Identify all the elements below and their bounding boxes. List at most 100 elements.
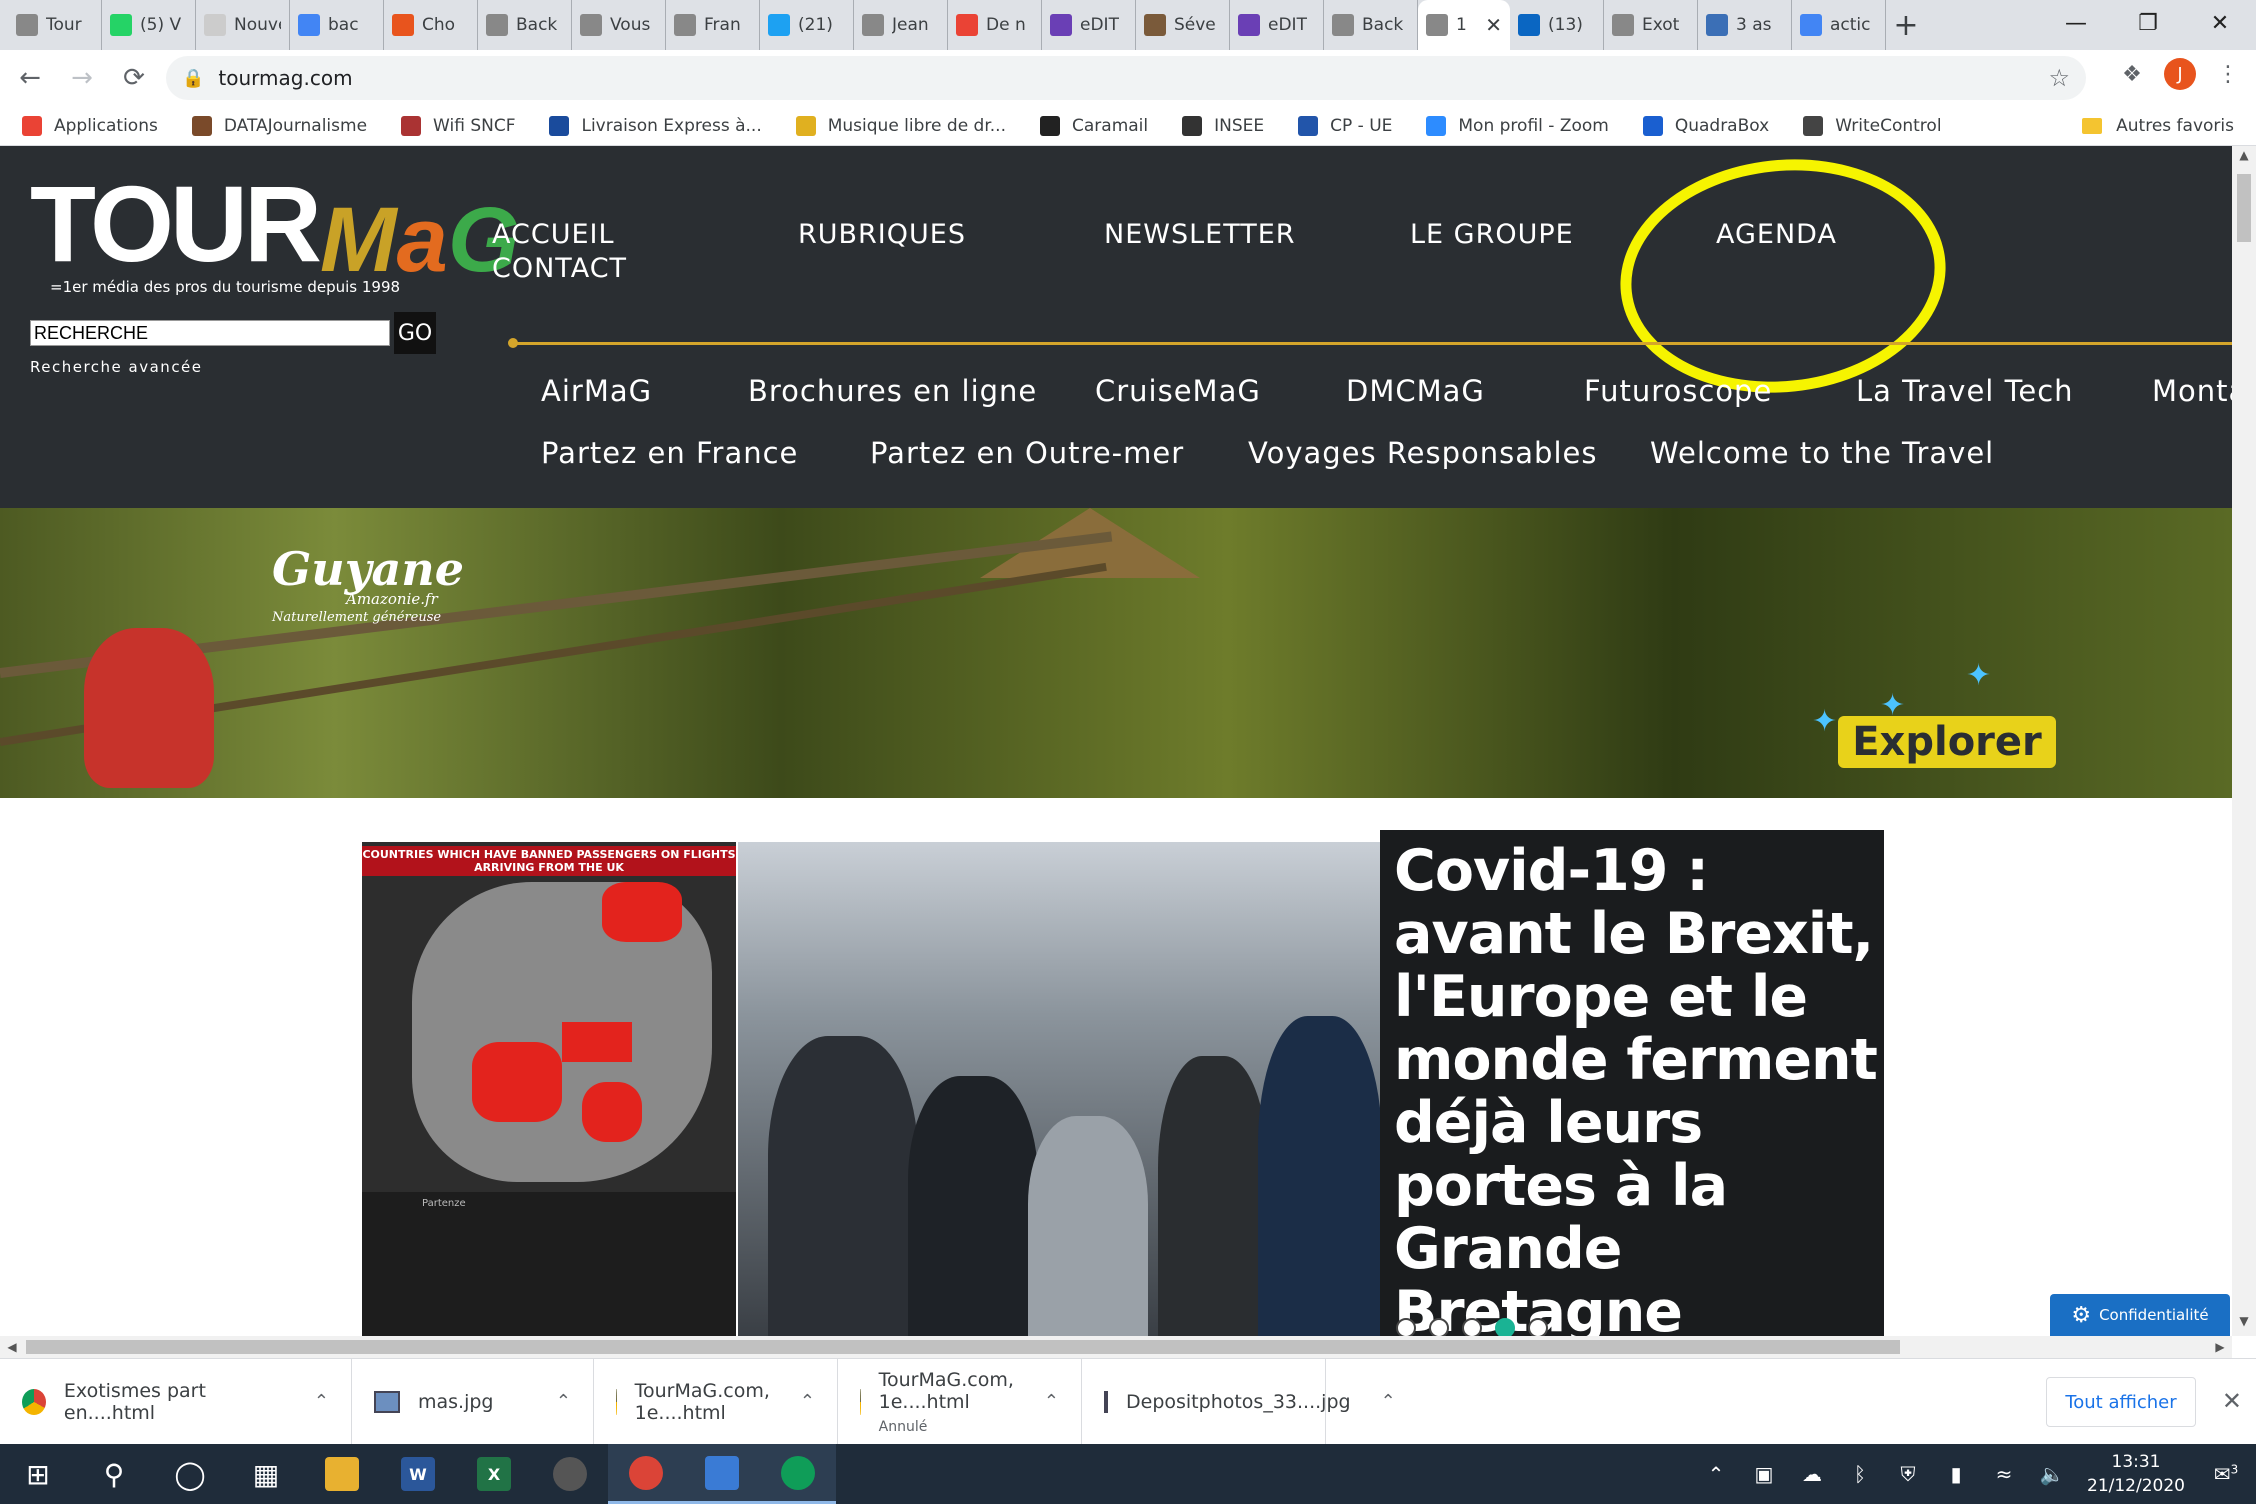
chevron-up-icon[interactable]: ⌃ bbox=[1014, 1391, 1059, 1412]
subnav-brochures[interactable]: Brochures en ligne bbox=[748, 374, 1037, 408]
excel-icon[interactable]: X bbox=[456, 1444, 532, 1504]
chevron-up-icon[interactable]: ⌃ bbox=[770, 1391, 815, 1412]
hero-image-map[interactable]: COUNTRIES WHICH HAVE BANNED PASSENGERS O… bbox=[362, 842, 736, 1336]
tray-chevron-icon[interactable]: ⌃ bbox=[1692, 1462, 1740, 1486]
download-item[interactable]: TourMaG.com, 1e....html Annulé ⌃ bbox=[838, 1358, 1082, 1445]
file-explorer-icon[interactable] bbox=[304, 1444, 380, 1504]
bookmark-item[interactable]: QuadraBox bbox=[1642, 115, 1769, 136]
subnav-futuroscope[interactable]: Futuroscope bbox=[1584, 374, 1772, 408]
nav-newsletter[interactable]: NEWSLETTER bbox=[1104, 218, 1296, 252]
reload-icon[interactable]: ⟳ bbox=[112, 56, 156, 100]
nav-le-groupe[interactable]: LE GROUPE bbox=[1410, 218, 1574, 252]
browser-tab[interactable]: Fran bbox=[666, 0, 760, 50]
address-bar[interactable]: 🔒 tourmag.com ☆ bbox=[166, 56, 2086, 100]
browser-tab[interactable]: Séve bbox=[1136, 0, 1230, 50]
browser-tab[interactable]: De n bbox=[948, 0, 1042, 50]
browser-tab[interactable]: eDIT bbox=[1230, 0, 1324, 50]
browser-tab[interactable]: Tour bbox=[8, 0, 102, 50]
site-logo[interactable]: TOUR MaG =1er média des pros du tourisme… bbox=[30, 170, 519, 297]
subnav-welcome-travel[interactable]: Welcome to the Travel bbox=[1650, 436, 1994, 470]
hero-headline-panel[interactable]: Covid-19 : avant le Brexit, l'Europe et … bbox=[1380, 830, 1884, 1336]
search-icon[interactable]: ⚲ bbox=[76, 1444, 152, 1504]
forward-icon[interactable]: → bbox=[60, 56, 104, 100]
browser-tab[interactable]: Nouvel o bbox=[196, 0, 290, 50]
other-bookmarks[interactable]: Autres favoris bbox=[2082, 116, 2234, 136]
lock-icon[interactable]: 🔒 bbox=[182, 68, 204, 89]
bookmark-item[interactable]: Livraison Express à... bbox=[549, 115, 762, 136]
chrome-icon[interactable] bbox=[760, 1444, 836, 1504]
subnav-dmcmag[interactable]: DMCMaG bbox=[1346, 374, 1485, 408]
bookmark-item[interactable]: Wifi SNCF bbox=[401, 115, 515, 136]
slider-dot[interactable] bbox=[1429, 1318, 1449, 1336]
horizontal-scrollbar[interactable]: ◀ ▶ bbox=[0, 1336, 2232, 1358]
subnav-cruisemag[interactable]: CruiseMaG bbox=[1095, 374, 1261, 408]
browser-tab[interactable]: 3 as bbox=[1698, 0, 1792, 50]
download-item[interactable]: TourMaG.com, 1e....html ⌃ bbox=[594, 1358, 838, 1445]
restore-icon[interactable]: ❐ bbox=[2112, 0, 2184, 46]
bookmark-item[interactable]: WriteControl bbox=[1803, 115, 1942, 136]
scroll-thumb[interactable] bbox=[2237, 174, 2251, 242]
subnav-airmag[interactable]: AirMaG bbox=[541, 374, 652, 408]
notifications-icon[interactable]: ✉3 bbox=[2196, 1462, 2256, 1486]
tray-app-icon[interactable]: ▣ bbox=[1740, 1462, 1788, 1486]
security-icon[interactable]: ⛨ bbox=[1884, 1462, 1932, 1486]
chevron-up-icon[interactable]: ⌃ bbox=[284, 1391, 329, 1412]
close-icon[interactable]: ✕ bbox=[2184, 0, 2256, 46]
browser-tab[interactable]: Vous bbox=[572, 0, 666, 50]
chevron-up-icon[interactable]: ⌃ bbox=[1351, 1391, 1396, 1412]
bookmark-item[interactable]: DATAJournalisme bbox=[191, 115, 367, 136]
slider-dot[interactable] bbox=[1396, 1318, 1416, 1336]
bookmark-star-icon[interactable]: ☆ bbox=[2048, 64, 2070, 92]
bookmark-item[interactable]: INSEE bbox=[1182, 115, 1264, 136]
battery-icon[interactable]: ▮ bbox=[1932, 1462, 1980, 1486]
chrome-icon[interactable] bbox=[608, 1444, 684, 1504]
hero-image-airport[interactable] bbox=[738, 842, 1382, 1336]
menu-icon[interactable]: ⋮ bbox=[2210, 62, 2246, 87]
new-tab-button[interactable]: + bbox=[1886, 0, 1926, 50]
browser-tab[interactable]: (13) bbox=[1510, 0, 1604, 50]
browser-tab[interactable]: (5) V bbox=[102, 0, 196, 50]
clock[interactable]: 13:31 21/12/2020 bbox=[2076, 1450, 2196, 1498]
browser-tab[interactable]: eDIT bbox=[1042, 0, 1136, 50]
app-icon[interactable] bbox=[532, 1444, 608, 1504]
scroll-left-icon[interactable]: ◀ bbox=[2, 1336, 22, 1358]
onedrive-icon[interactable]: ☁ bbox=[1788, 1462, 1836, 1486]
slider-dot[interactable] bbox=[1495, 1318, 1515, 1336]
vertical-scrollbar[interactable]: ▲ ▼ bbox=[2232, 146, 2256, 1336]
subnav-voyages-responsables[interactable]: Voyages Responsables bbox=[1248, 436, 1597, 470]
download-item[interactable]: mas.jpg ⌃ bbox=[352, 1358, 594, 1445]
back-icon[interactable]: ← bbox=[8, 56, 52, 100]
hscroll-thumb[interactable] bbox=[26, 1340, 1900, 1354]
url-text[interactable]: tourmag.com bbox=[218, 66, 352, 90]
bookmark-item[interactable]: Caramail bbox=[1040, 115, 1148, 136]
slider-dot[interactable] bbox=[1462, 1318, 1482, 1336]
subnav-partez-outre-mer[interactable]: Partez en Outre-mer bbox=[870, 436, 1184, 470]
bluetooth-icon[interactable]: ᛒ bbox=[1836, 1462, 1884, 1486]
download-item[interactable]: Depositphotos_33....jpg ⌃ bbox=[1082, 1358, 1396, 1445]
scroll-down-icon[interactable]: ▼ bbox=[2232, 1314, 2256, 1334]
profile-avatar[interactable]: J bbox=[2164, 58, 2196, 90]
bookmark-item[interactable]: Musique libre de dr... bbox=[795, 115, 1006, 136]
extensions-icon[interactable]: ❖ bbox=[2114, 62, 2150, 87]
tab-close-icon[interactable]: ✕ bbox=[1485, 13, 1502, 37]
subnav-monta[interactable]: Monta bbox=[2152, 374, 2232, 408]
cortana-icon[interactable]: ◯ bbox=[152, 1444, 228, 1504]
bookmark-item[interactable]: CP - UE bbox=[1298, 115, 1392, 136]
browser-tab[interactable]: (21) bbox=[760, 0, 854, 50]
download-item[interactable]: Exotismes part en....html ⌃ bbox=[0, 1358, 352, 1445]
show-all-downloads-button[interactable]: Tout afficher bbox=[2046, 1377, 2196, 1427]
nav-rubriques[interactable]: RUBRIQUES bbox=[798, 218, 966, 252]
bookmark-item[interactable]: Applications bbox=[22, 115, 158, 136]
windows-start-icon[interactable]: ⊞ bbox=[0, 1444, 76, 1504]
explorer-button[interactable]: Explorer bbox=[1838, 716, 2056, 768]
browser-tab[interactable]: 1 ✕ bbox=[1418, 0, 1510, 50]
browser-tab[interactable]: Jean bbox=[854, 0, 948, 50]
browser-tab[interactable]: Back bbox=[478, 0, 572, 50]
chevron-up-icon[interactable]: ⌃ bbox=[526, 1391, 571, 1412]
nav-accueil[interactable]: ACCUEIL bbox=[492, 218, 627, 252]
hero-title[interactable]: Covid-19 : avant le Brexit, l'Europe et … bbox=[1394, 840, 1884, 1337]
browser-tab[interactable]: actic bbox=[1792, 0, 1886, 50]
advanced-search-link[interactable]: Recherche avancée bbox=[30, 358, 203, 376]
minimize-icon[interactable]: — bbox=[2040, 0, 2112, 46]
browser-tab[interactable]: Exot bbox=[1604, 0, 1698, 50]
